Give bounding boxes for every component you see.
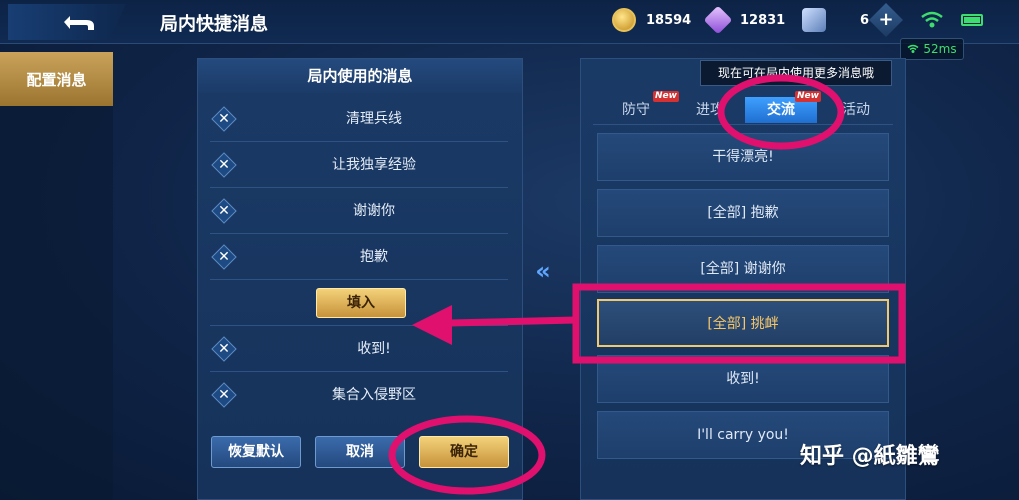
transfer-left-button[interactable]: « <box>528 258 558 284</box>
diamond-value: 12831 <box>740 12 786 28</box>
close-icon: ✕ <box>218 341 230 357</box>
message-option[interactable]: [全部] 谢谢你 <box>597 245 889 293</box>
tab-event[interactable]: 活动 <box>831 97 881 123</box>
ping-value: 52ms <box>923 42 957 56</box>
new-messages-tooltip: 现在可在局内使用更多消息哦 <box>700 60 892 86</box>
new-badge: New <box>653 91 679 102</box>
tab-label: 防守 <box>622 102 650 118</box>
remove-message-button[interactable]: ✕ <box>211 152 237 178</box>
message-library-panel: 可 防守 New 进攻 交流 New 活动 干得漂亮! [全部] 抱歉 [全部]… <box>580 58 906 500</box>
tab-defense[interactable]: 防守 New <box>611 91 679 123</box>
top-bar: 局内快捷消息 18594 12831 6 + <box>0 0 1019 44</box>
gold-value: 18594 <box>646 12 692 28</box>
back-arrow-icon <box>64 16 94 30</box>
remove-message-button[interactable]: ✕ <box>211 244 237 270</box>
tab-label: 进攻 <box>696 102 724 118</box>
watermark: 知乎 @紙雛鸞 <box>800 444 940 469</box>
voucher-value: 6 <box>860 12 870 28</box>
back-button[interactable] <box>8 4 126 40</box>
battery-icon <box>961 14 983 26</box>
close-icon: ✕ <box>218 203 230 219</box>
message-option[interactable]: 干得漂亮! <box>597 133 889 181</box>
sidebar-item-configure-messages[interactable]: 配置消息 <box>0 52 113 106</box>
diamond-icon <box>703 5 733 35</box>
message-option[interactable]: 收到! <box>597 355 889 403</box>
message-text: 抱歉 <box>360 249 388 265</box>
message-option-selected[interactable]: [全部] 挑衅 <box>597 299 889 347</box>
wifi-small-icon <box>907 44 919 53</box>
gold-coin-icon <box>612 8 636 32</box>
message-text: 清理兵线 <box>346 111 402 127</box>
wifi-icon <box>921 11 943 28</box>
reset-default-button[interactable]: 恢复默认 <box>211 436 301 468</box>
tab-attack[interactable]: 进攻 <box>685 97 735 123</box>
gold-balance: 18594 <box>612 8 691 32</box>
remove-message-button[interactable]: ✕ <box>211 336 237 362</box>
message-slot: ✕ 收到! <box>210 326 508 372</box>
remove-message-button[interactable]: ✕ <box>211 382 237 408</box>
remove-message-button[interactable]: ✕ <box>211 106 237 132</box>
new-badge: New <box>795 91 821 102</box>
message-text: 谢谢你 <box>353 203 395 219</box>
tab-label: 交流 <box>767 102 795 118</box>
fill-in-button[interactable]: 填入 <box>316 288 406 318</box>
remove-message-button[interactable]: ✕ <box>211 198 237 224</box>
message-text: 集合入侵野区 <box>332 387 416 403</box>
double-chevron-left-icon: « <box>535 257 551 285</box>
in-game-messages-panel: 局内使用的消息 ✕ 清理兵线 ✕ 让我独享经验 ✕ 谢谢你 ✕ 抱歉 填入 ✕ <box>197 58 523 500</box>
close-icon: ✕ <box>218 249 230 265</box>
sidebar-item-label: 配置消息 <box>26 70 87 89</box>
message-slot: ✕ 抱歉 <box>210 234 508 280</box>
cancel-button[interactable]: 取消 <box>315 436 405 468</box>
add-currency-button[interactable]: + <box>869 3 903 37</box>
message-slot: ✕ 让我独享经验 <box>210 142 508 188</box>
tab-label: 活动 <box>842 102 870 118</box>
sidebar-background <box>0 106 113 500</box>
ping-indicator: 52ms <box>900 38 964 60</box>
close-icon: ✕ <box>218 387 230 403</box>
diamond-balance: 12831 <box>703 5 786 35</box>
message-option[interactable]: [全部] 抱歉 <box>597 189 889 237</box>
close-icon: ✕ <box>218 111 230 127</box>
page-title: 局内快捷消息 <box>160 14 268 35</box>
confirm-button[interactable]: 确定 <box>419 436 509 468</box>
tab-communication[interactable]: 交流 New <box>745 91 821 123</box>
message-text: 收到! <box>357 341 391 357</box>
message-slot: ✕ 谢谢你 <box>210 188 508 234</box>
message-text: 让我独享经验 <box>332 157 416 173</box>
category-tabs: 防守 New 进攻 交流 New 活动 <box>593 91 893 125</box>
message-slot: ✕ 集合入侵野区 <box>210 372 508 418</box>
voucher-balance: 6 <box>802 8 869 32</box>
close-icon: ✕ <box>218 157 230 173</box>
voucher-icon <box>802 8 826 32</box>
plus-icon: + <box>878 9 894 30</box>
message-slot: ✕ 清理兵线 <box>210 96 508 142</box>
panel-title: 局内使用的消息 <box>198 59 522 93</box>
